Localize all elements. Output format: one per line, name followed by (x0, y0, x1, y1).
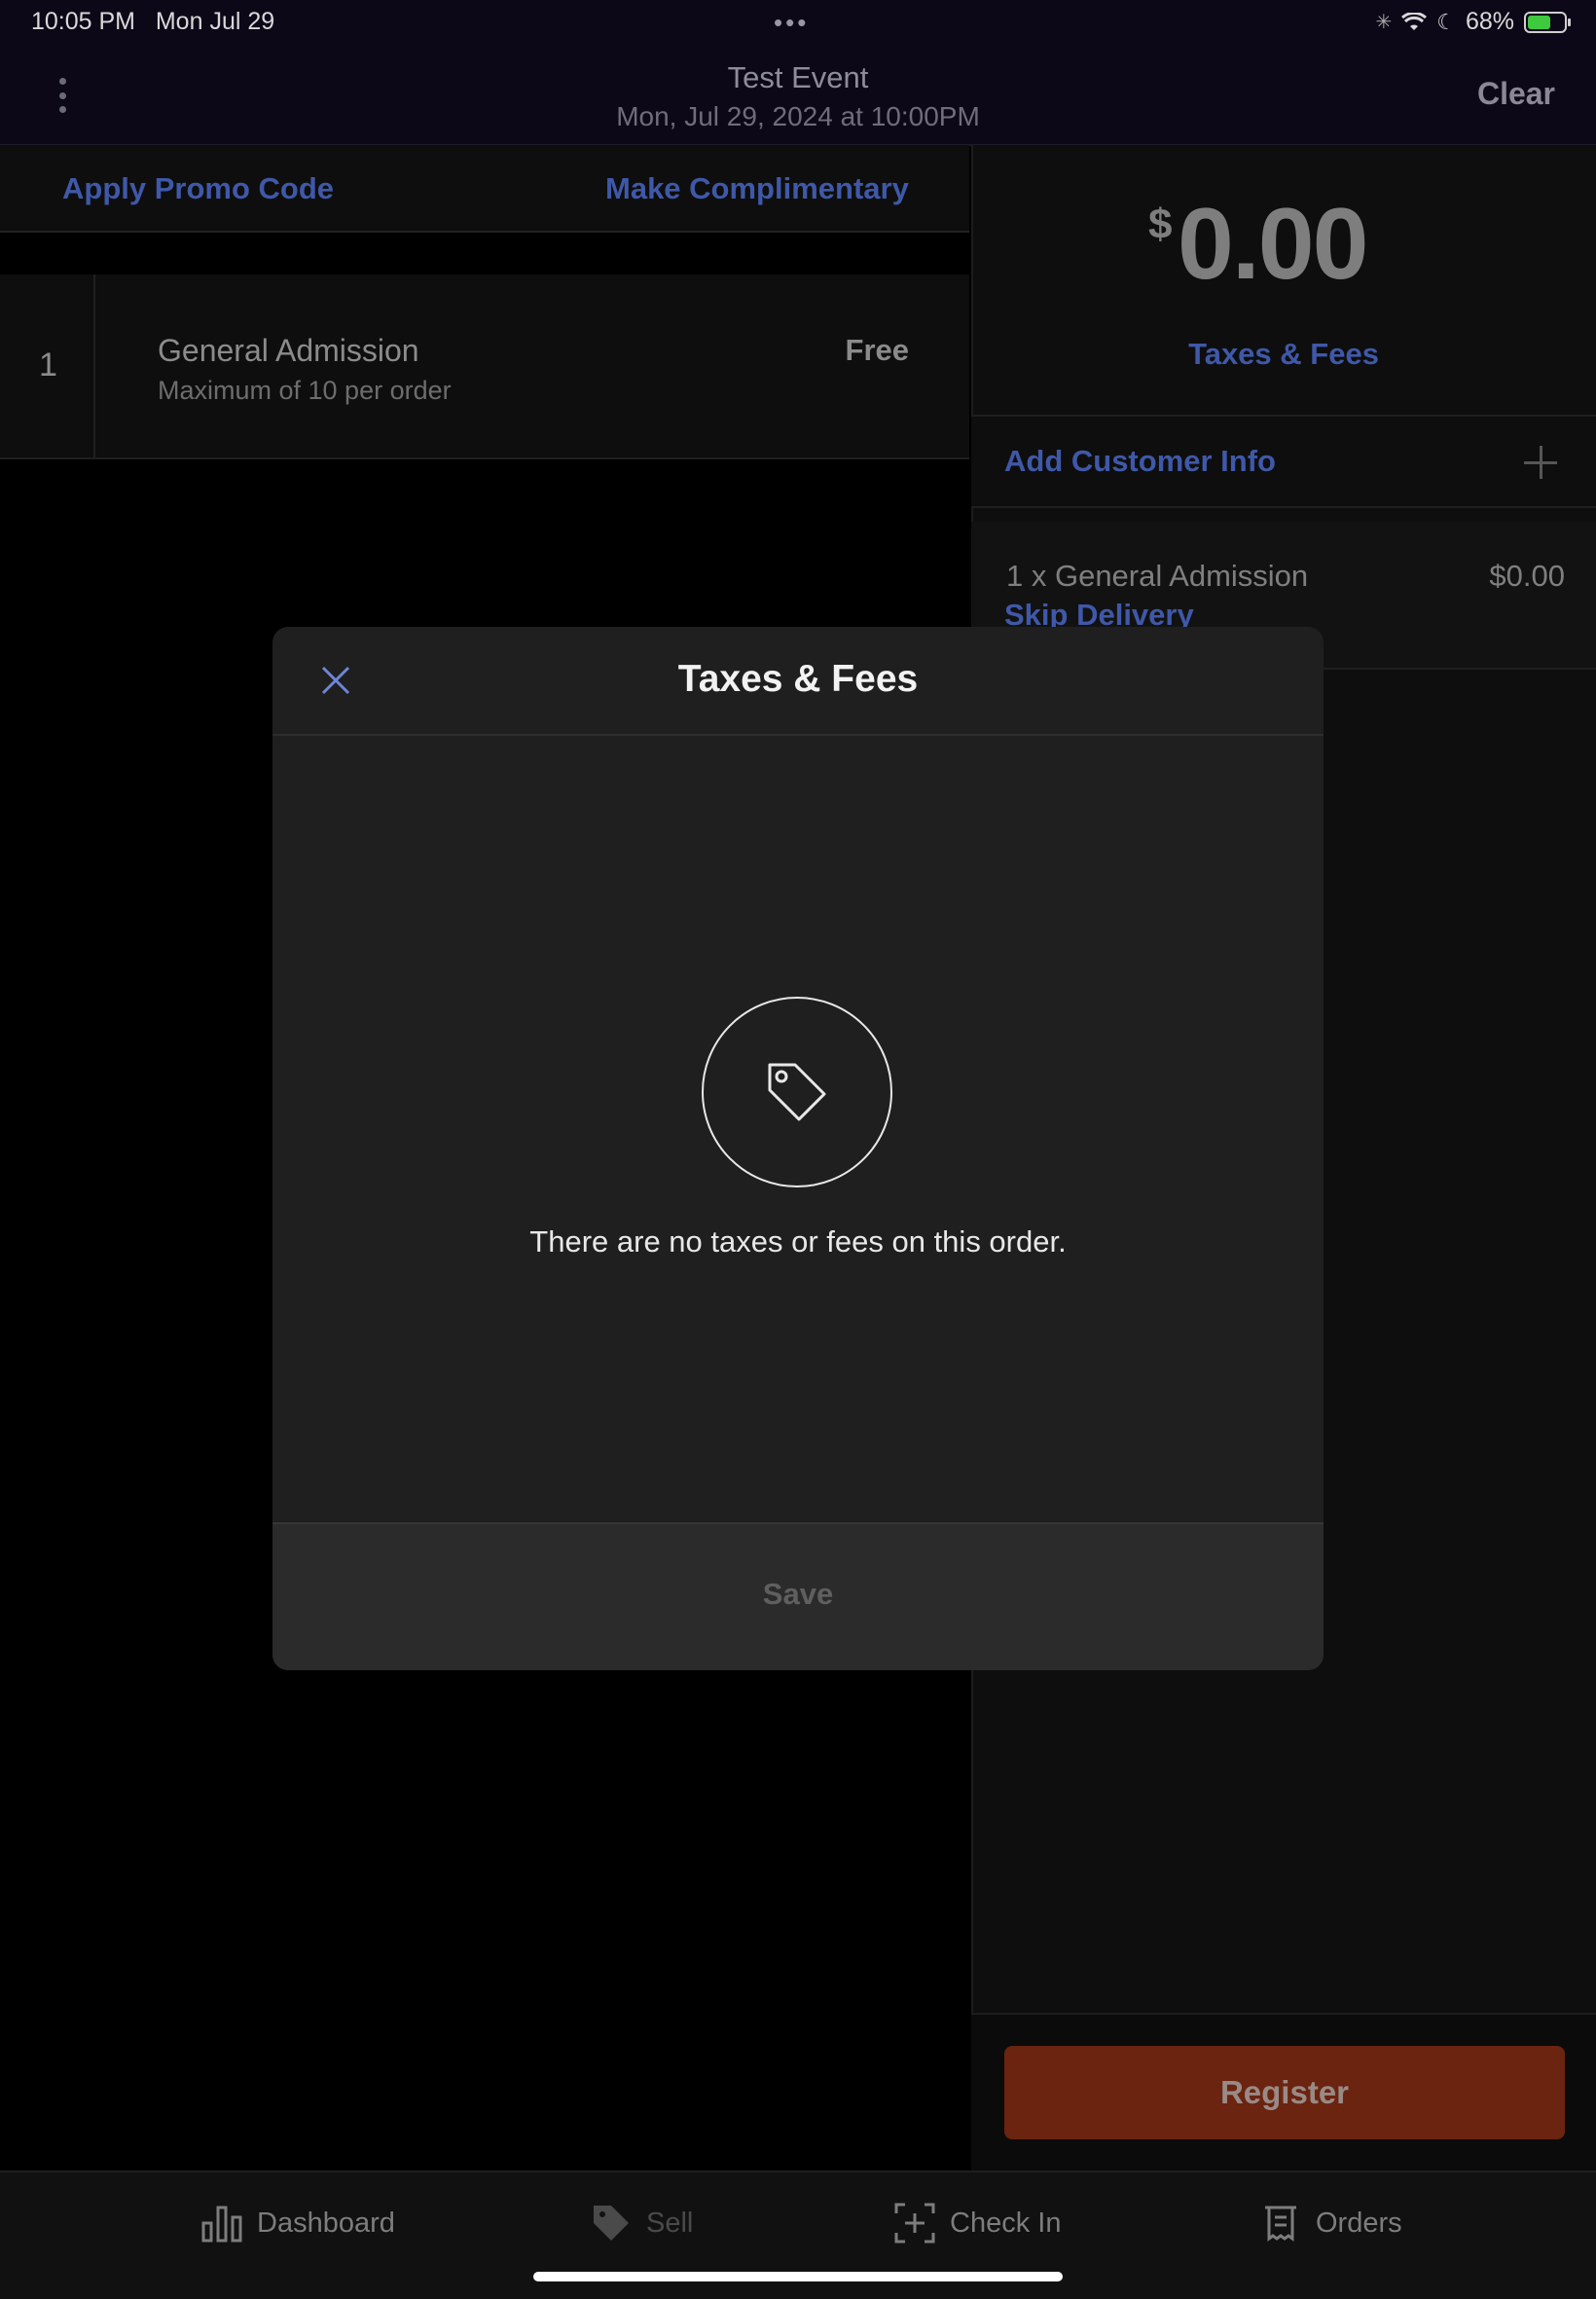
ticket-quantity: 1 (39, 347, 57, 383)
home-indicator[interactable] (533, 2272, 1063, 2281)
make-complimentary-link[interactable]: Make Complimentary (605, 171, 909, 206)
tab-label: Dashboard (257, 2207, 395, 2239)
empty-state-badge (702, 997, 892, 1187)
bar-chart-icon (201, 2206, 242, 2243)
multitasking-dots[interactable]: ••• (774, 8, 809, 38)
status-indicators: ✳ ☾ 68% (1375, 8, 1571, 36)
tag-icon (594, 2206, 629, 2241)
event-date: Mon, Jul 29, 2024 at 10:00PM (616, 101, 980, 131)
price-tag-icon (768, 1063, 826, 1121)
ticket-limit: Maximum of 10 per order (158, 376, 452, 405)
modal-title: Taxes & Fees (677, 658, 919, 700)
ticket-name: General Admission (158, 333, 419, 368)
taxes-fees-link[interactable]: Taxes & Fees (971, 337, 1596, 372)
battery-percent: 68% (1465, 8, 1514, 35)
ticket-row[interactable] (0, 274, 969, 459)
wifi-icon (1401, 12, 1428, 30)
add-customer-info-label[interactable]: Add Customer Info (1004, 444, 1276, 479)
divider (93, 274, 95, 457)
activity-icon: ✳ (1375, 12, 1393, 33)
taxes-fees-modal: Taxes & Fees There are no taxes or fees … (272, 627, 1324, 1670)
clear-button[interactable]: Clear (1477, 76, 1555, 112)
scan-plus-icon (894, 2203, 935, 2244)
tab-dashboard[interactable]: Dashboard (200, 2198, 395, 2248)
tab-check-in[interactable]: Check In (893, 2198, 1061, 2248)
status-time: 10:05 PM Mon Jul 29 (31, 8, 275, 35)
currency-symbol: $ (1148, 201, 1173, 248)
save-button[interactable]: Save (272, 1577, 1324, 1612)
tab-label: Check In (950, 2207, 1062, 2239)
tab-sell[interactable]: Sell (590, 2198, 693, 2248)
tab-orders[interactable]: Orders (1259, 2198, 1402, 2248)
register-button[interactable]: Register (1004, 2046, 1565, 2139)
order-total: 0.00 (1178, 188, 1368, 301)
ticket-price: Free (845, 333, 909, 367)
empty-state-message: There are no taxes or fees on this order… (529, 1224, 1067, 1259)
battery-icon (1524, 11, 1571, 33)
event-title: Test Event (727, 60, 869, 94)
apply-promo-code-link[interactable]: Apply Promo Code (62, 171, 334, 206)
order-item-price: $0.00 (1489, 559, 1565, 593)
receipt-icon (1265, 2206, 1296, 2242)
tab-label: Sell (646, 2207, 694, 2239)
order-item-label: 1 x General Admission (1006, 559, 1309, 593)
plus-icon[interactable] (1524, 446, 1557, 479)
tab-label: Orders (1316, 2207, 1402, 2239)
moon-icon: ☾ (1436, 9, 1456, 34)
